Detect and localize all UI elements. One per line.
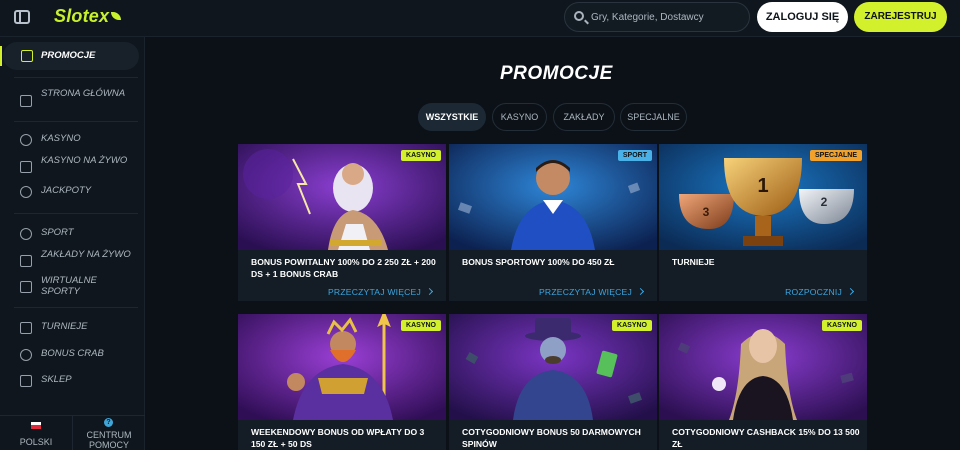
sidebar-item-jackpots[interactable]: JACKPOTY [0,179,145,205]
sidebar-item-live-casino[interactable]: KASYNO NA ŻYWO [0,152,145,182]
sidebar-item-label: STRONA GŁÓWNA [41,88,126,99]
category-badge: SPORT [617,150,652,161]
promo-title: WEEKENDOWY BONUS OD WPŁATY DO 3 150 ZŁ +… [251,427,425,449]
top-header: Slotex ZALOGUJ SIĘ ZAREJESTRUJ [0,0,960,37]
sidebar-divider [14,213,138,214]
svg-text:2: 2 [821,195,828,209]
sidebar-divider [14,307,138,308]
start-link[interactable]: ROZPOCZNIJ [785,287,855,297]
sidebar-item-label: TURNIEJE [41,321,88,332]
logo-text: Slotex [54,6,110,26]
read-more-link[interactable]: PRZECZYTAJ WIĘCEJ [538,287,645,297]
promotions-icon [21,50,33,62]
tab-all[interactable]: WSZYSTKIE [418,103,486,131]
sidebar-item-bonus-crab[interactable]: BONUS CRAB [0,342,145,368]
language-selector[interactable]: POLSKI [0,416,72,450]
language-label: POLSKI [19,437,53,447]
sidebar-footer: POLSKI ? CENTRUM POMOCY [0,415,145,450]
virtual-sports-icon [20,281,32,293]
search-box[interactable] [564,2,750,32]
link-label: PRZECZYTAJ WIĘCEJ [327,287,421,297]
help-center-link[interactable]: ? CENTRUM POMOCY [73,416,145,450]
sidebar-item-label: KASYNO [41,133,81,144]
casino-chip-icon [20,134,32,146]
read-more-link[interactable]: PRZECZYTAJ WIĘCEJ [327,287,434,297]
category-badge: KASYNO [401,150,441,161]
sidebar-item-promotions[interactable]: PROMOCJE [0,42,139,70]
sidebar: PROMOCJE STRONA GŁÓWNA KASYNO KASYNO NA … [0,37,145,450]
sidebar-divider [14,121,138,122]
sidebar-item-virtual-sports[interactable]: WIRTUALNE SPORTY [0,272,145,302]
football-icon [20,228,32,240]
sidebar-item-label: BONUS CRAB [41,348,104,359]
chevron-right-icon [636,287,645,296]
category-badge: SPECJALNE [809,150,862,161]
home-icon [20,95,32,107]
search-input[interactable] [591,3,746,31]
sidebar-item-shop[interactable]: SKLEP [0,368,145,394]
live-bets-icon [20,255,32,267]
sidebar-item-label: KASYNO NA ŻYWO [41,155,128,166]
promo-card[interactable]: SPORT BONUS SPORTOWY 100% DO 450 ZŁ PRZE… [449,144,657,301]
promo-card[interactable]: 1 3 2 SPECJALNE TURNIEJE ROZPOCZNIJ [659,144,867,301]
search-icon [574,11,584,21]
link-label: ROZPOCZNIJ [785,287,842,297]
promo-title: BONUS SPORTOWY 100% DO 450 ZŁ [462,257,615,267]
crab-icon [20,349,32,361]
live-casino-icon [20,161,32,173]
help-icon: ? [104,418,113,427]
logo[interactable]: Slotex [54,6,122,27]
poland-flag-icon [31,422,41,429]
promo-card[interactable]: KASYNO WEEKENDOWY BONUS OD WPŁATY DO 3 1… [238,314,446,450]
sidebar-item-label: ZAKŁADY NA ŻYWO [41,249,131,260]
promo-card[interactable]: KASYNO COTYGODNIOWY CASHBACK 15% DO 13 5… [659,314,867,450]
category-badge: KASYNO [822,320,862,331]
tab-special[interactable]: SPECJALNE [620,103,687,131]
register-button[interactable]: ZAREJESTRUJ [854,2,947,32]
promo-title: BONUS POWITALNY 100% DO 2 250 ZŁ + 200 D… [251,257,436,279]
promo-title: COTYGODNIOWY CASHBACK 15% DO 13 500 ZŁ [672,427,860,449]
tab-casino[interactable]: KASYNO [492,103,547,131]
sidebar-item-label: PROMOCJE [41,50,96,61]
sidebar-item-tournaments[interactable]: TURNIEJE [0,315,145,341]
sidebar-item-label: SPORT [41,227,74,238]
page-title: PROMOCJE [500,63,613,84]
category-badge: KASYNO [401,320,441,331]
tab-bets[interactable]: ZAKŁADY [553,103,615,131]
svg-text:3: 3 [703,205,710,219]
login-button[interactable]: ZALOGUJ SIĘ [757,2,848,32]
svg-text:1: 1 [757,175,768,197]
sidebar-toggle-icon[interactable] [14,10,30,24]
sidebar-item-label: JACKPOTY [41,185,92,196]
sidebar-item-home[interactable]: STRONA GŁÓWNA [0,85,145,115]
sidebar-item-casino[interactable]: KASYNO [0,127,145,153]
promo-card[interactable]: KASYNO BONUS POWITALNY 100% DO 2 250 ZŁ … [238,144,446,301]
sidebar-item-label: WIRTUALNE SPORTY [41,275,97,297]
help-label: CENTRUM POMOCY [86,430,132,450]
logo-leaf-icon [111,12,122,20]
sidebar-item-sport[interactable]: SPORT [0,221,145,247]
promo-card[interactable]: KASYNO COTYGODNIOWY BONUS 50 DARMOWYCH S… [449,314,657,450]
category-badge: KASYNO [612,320,652,331]
chevron-right-icon [846,287,855,296]
trophy-icon [20,322,32,334]
promo-title: TURNIEJE [672,257,715,267]
link-label: PRZECZYTAJ WIĘCEJ [538,287,632,297]
shop-icon [20,375,32,387]
sidebar-item-label: SKLEP [41,374,72,385]
sidebar-divider [14,77,138,78]
promo-title: COTYGODNIOWY BONUS 50 DARMOWYCH SPINÓW [462,427,641,449]
jackpot-icon [20,186,32,198]
chevron-right-icon [425,287,434,296]
